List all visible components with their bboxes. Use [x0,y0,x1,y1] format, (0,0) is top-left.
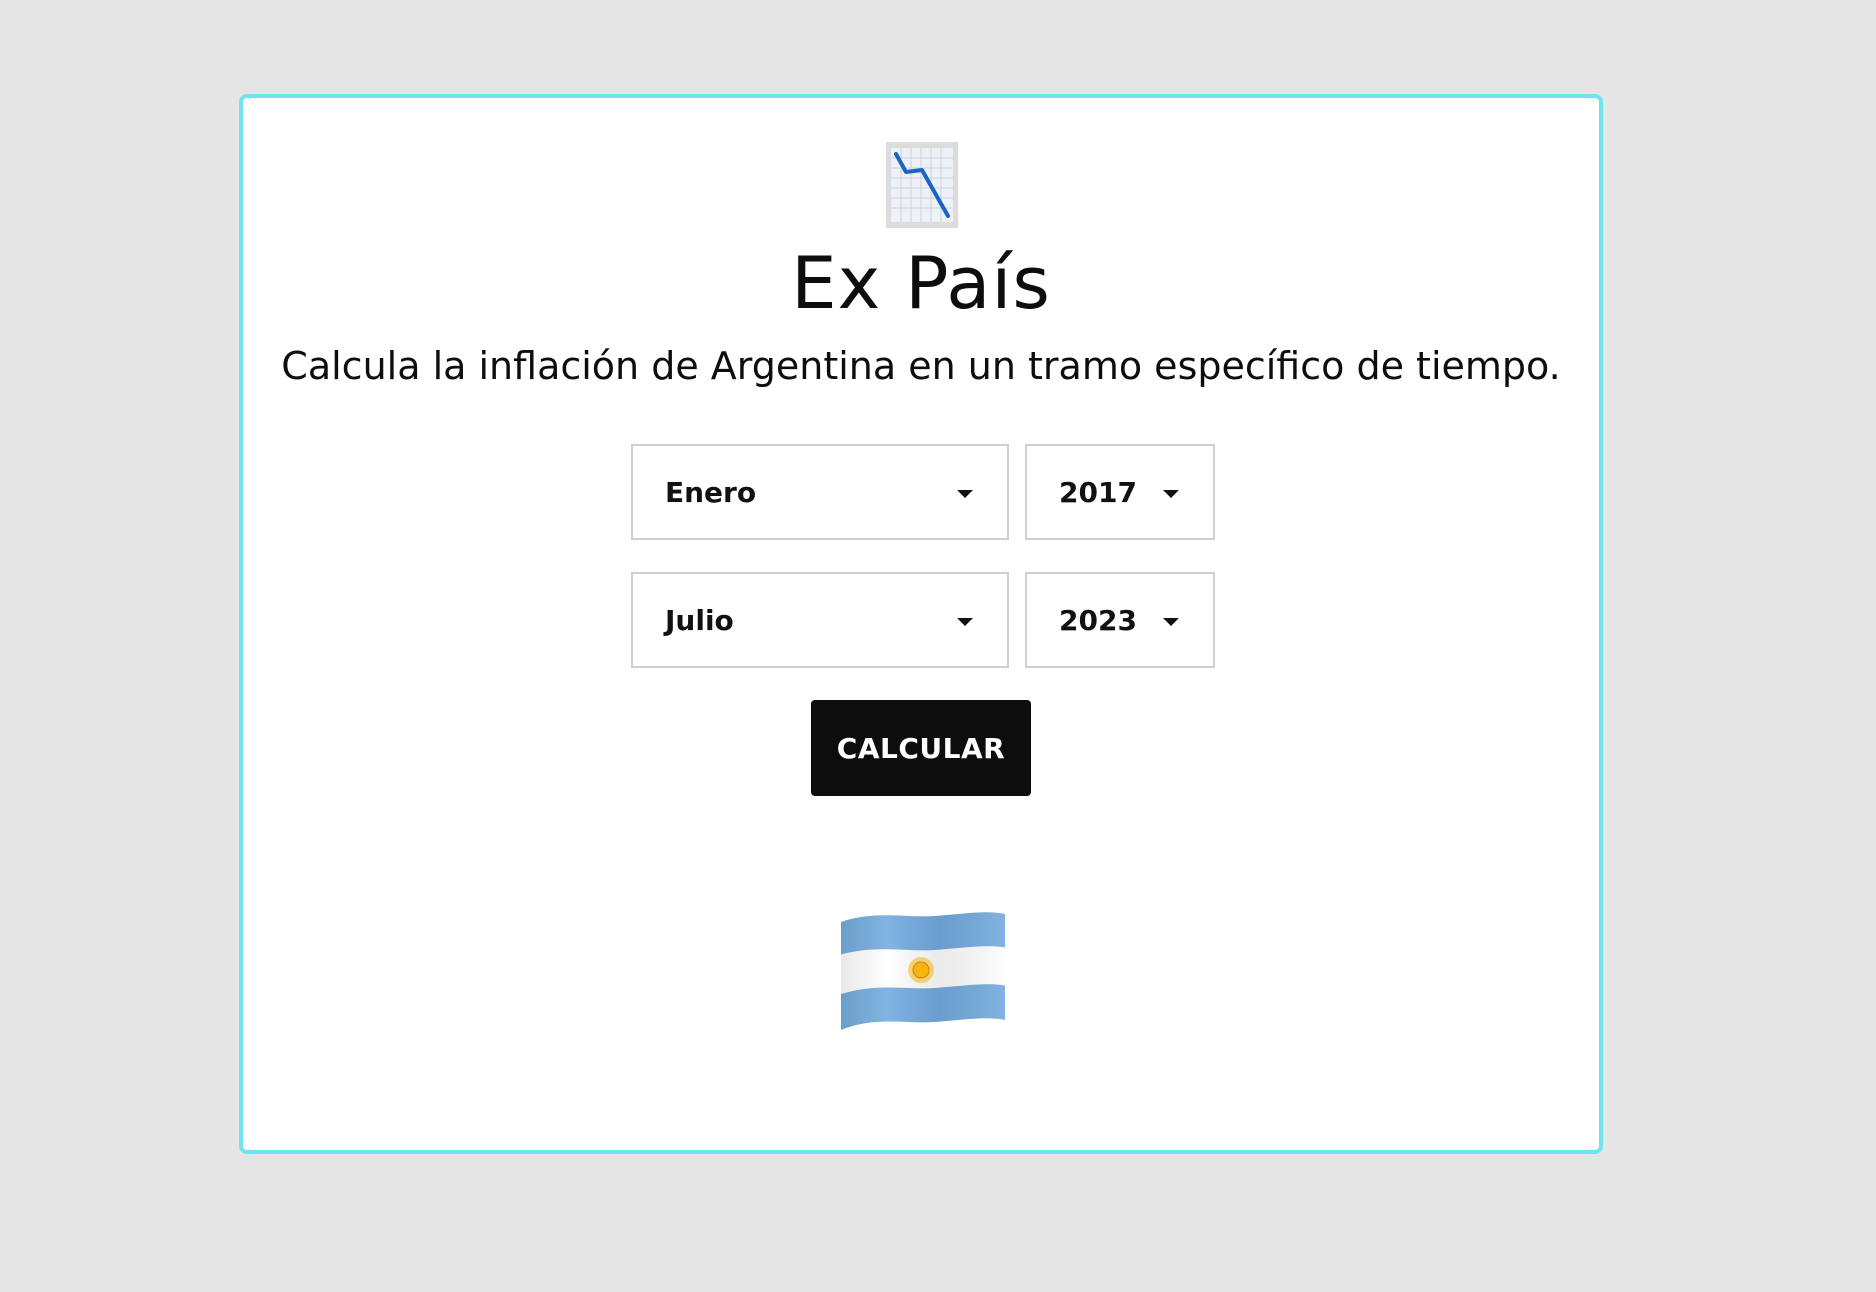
calculate-button[interactable]: CALCULAR [811,700,1031,796]
chevron-down-icon [1163,490,1179,498]
start-year-select[interactable]: 2017 [1025,444,1215,540]
end-year-select[interactable]: 2023 [1025,572,1215,668]
end-month-value: Julio [665,603,734,637]
chevron-down-icon [1163,618,1179,626]
calculator-card: Ex País Calcula la inflación de Argentin… [239,94,1603,1154]
start-month-select[interactable]: Enero [631,444,1009,540]
start-month-value: Enero [665,475,757,509]
chevron-down-icon [957,618,973,626]
end-month-select[interactable]: Julio [631,572,1009,668]
page-subtitle: Calcula la inflación de Argentina en un … [281,344,1561,388]
end-year-value: 2023 [1059,603,1137,637]
start-year-value: 2017 [1059,475,1137,509]
card-content: Ex País Calcula la inflación de Argentin… [243,98,1599,1150]
chart-decreasing-icon [886,142,958,228]
page-title: Ex País [791,241,1051,325]
chevron-down-icon [957,490,973,498]
argentina-flag-icon [835,908,1009,1034]
